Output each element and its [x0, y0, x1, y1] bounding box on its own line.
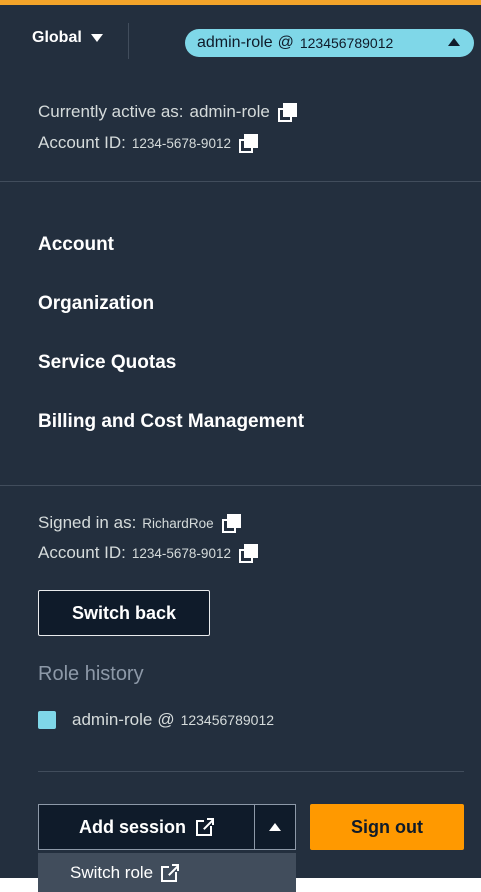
signed-in-label: Signed in as: — [38, 513, 137, 532]
signed-in-value: RichardRoe — [142, 515, 214, 531]
caret-down-icon — [90, 34, 103, 42]
active-account-line: Account ID: 1234-5678-9012 — [38, 133, 258, 153]
external-link-icon — [161, 863, 180, 882]
region-selector[interactable]: Global — [32, 29, 103, 47]
signed-account-value: 1234-5678-9012 — [131, 545, 231, 561]
section-divider — [38, 771, 464, 772]
switch-back-button[interactable]: Switch back — [38, 590, 210, 636]
signed-account-line: Account ID: 1234-5678-9012 — [38, 543, 258, 563]
switch-role-menu-item[interactable]: Switch role — [38, 853, 296, 892]
account-value: 1234-5678-9012 — [131, 135, 231, 151]
active-role-line: Currently active as: admin-role — [38, 102, 297, 122]
copy-icon[interactable] — [277, 103, 297, 122]
external-link-icon — [196, 818, 215, 836]
active-value: admin-role — [189, 102, 270, 121]
account-menu-panel: Global admin-role @ 123456789012 Current… — [0, 0, 481, 878]
role-menu-toggle[interactable]: admin-role @ 123456789012 — [185, 29, 474, 57]
menu-item-organization[interactable]: Organization — [38, 293, 154, 315]
section-divider — [0, 181, 481, 182]
history-account: 123456789012 — [180, 712, 275, 728]
menu-item-billing[interactable]: Billing and Cost Management — [38, 411, 304, 433]
role-pill-role: admin-role — [197, 34, 273, 51]
history-role: admin-role — [72, 710, 153, 729]
caret-up-icon — [269, 823, 281, 831]
sign-out-button[interactable]: Sign out — [310, 804, 464, 850]
role-history-heading: Role history — [38, 663, 144, 685]
region-label: Global — [32, 29, 82, 46]
switch-role-label: Switch role — [70, 862, 154, 882]
add-session-menu-toggle[interactable] — [254, 804, 296, 850]
role-history-item[interactable]: admin-role @ 123456789012 — [38, 710, 274, 730]
copy-icon[interactable] — [238, 134, 258, 153]
top-bar: Global admin-role @ 123456789012 — [0, 5, 481, 69]
caret-up-icon — [448, 38, 460, 46]
menu-item-service-quotas[interactable]: Service Quotas — [38, 352, 176, 374]
history-at: @ — [157, 710, 175, 729]
copy-icon[interactable] — [238, 544, 258, 563]
role-pill-at: @ — [277, 34, 294, 51]
menu-item-account[interactable]: Account — [38, 234, 114, 256]
role-pill-account: 123456789012 — [299, 35, 394, 51]
add-session-button[interactable]: Add session — [38, 804, 254, 850]
active-label: Currently active as: — [38, 102, 184, 121]
divider — [128, 23, 129, 59]
signed-in-line: Signed in as: RichardRoe — [38, 513, 241, 533]
add-session-label: Add session — [78, 816, 187, 837]
section-divider — [0, 485, 481, 486]
account-label: Account ID: — [38, 133, 126, 152]
copy-icon[interactable] — [221, 514, 241, 533]
role-color-swatch — [38, 711, 56, 729]
signed-account-label: Account ID: — [38, 543, 126, 562]
